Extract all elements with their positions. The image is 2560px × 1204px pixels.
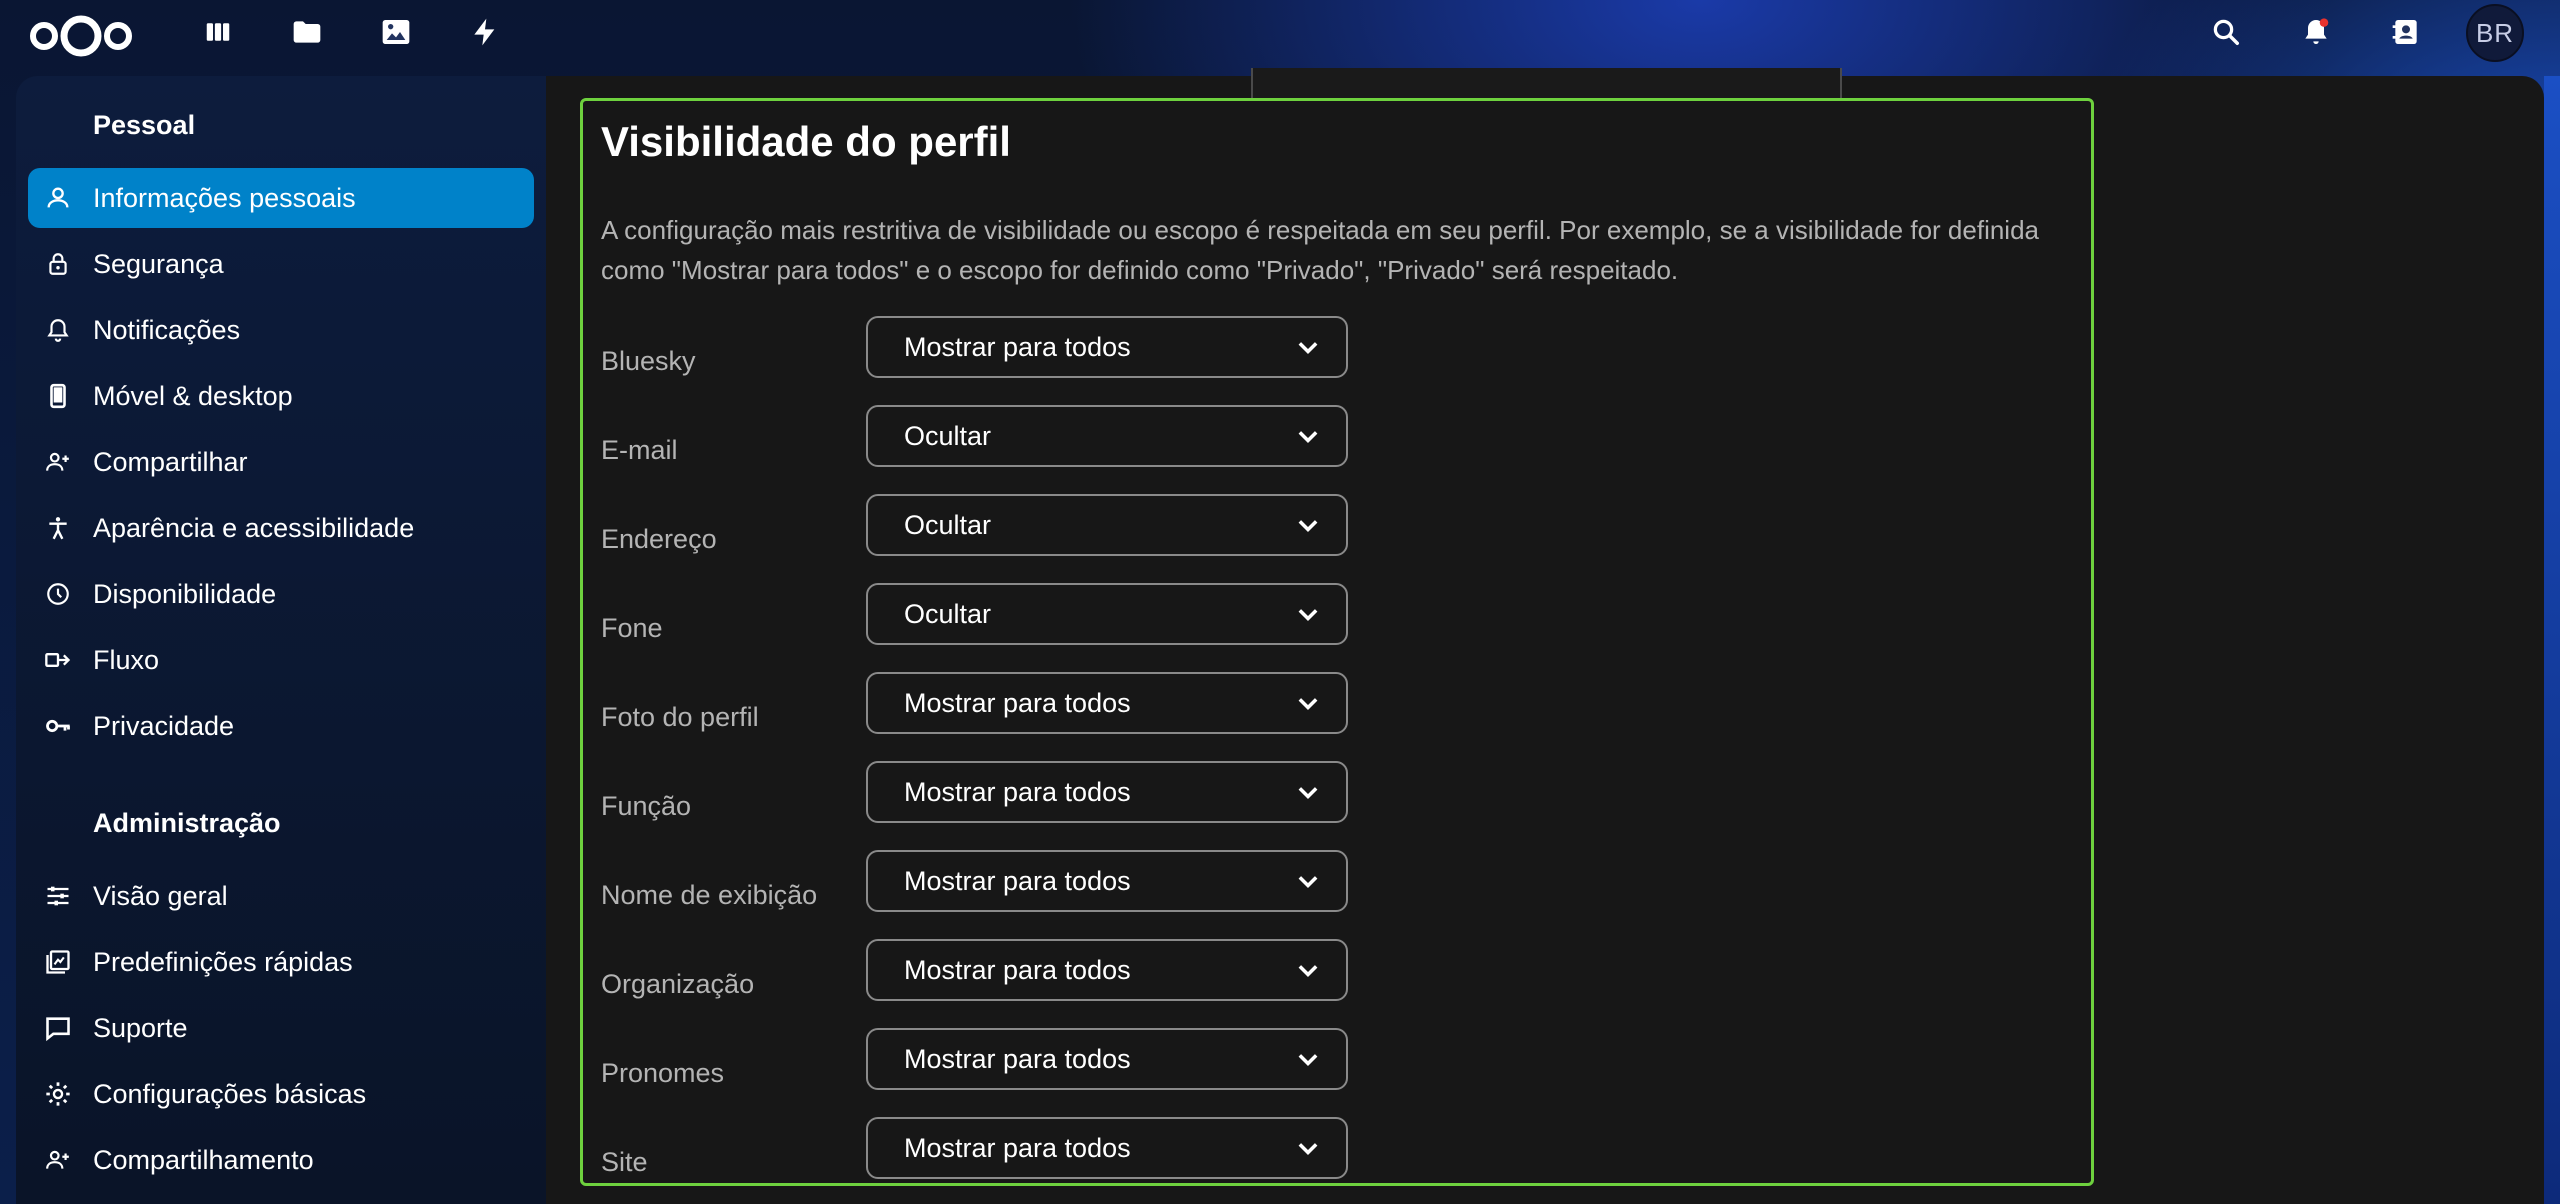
photos-icon[interactable] [378,14,414,50]
section-title-personal: Pessoal [93,110,196,140]
visibility-select-website[interactable]: Mostrar para todos [866,1117,1348,1179]
panel-description: A configuração mais restritiva de visibi… [601,215,2039,285]
sidebar-item-basic-settings[interactable]: Configurações básicas [28,1064,534,1124]
lock-icon [40,246,76,282]
visibility-select-phone[interactable]: Ocultar [866,583,1348,645]
flow-icon [40,642,76,678]
chevron-down-icon [1298,342,1318,354]
panel-title: Visibilidade do perfil [601,118,1011,165]
chevron-down-icon [1298,965,1318,977]
visibility-select-email[interactable]: Ocultar [866,405,1348,467]
search-icon[interactable] [2208,14,2244,50]
gear-icon [40,1076,76,1112]
select-value: Ocultar [904,420,992,451]
row-label-address: Endereço [601,524,717,554]
visibility-select-display-name[interactable]: Mostrar para todos [866,850,1348,912]
sidebar-item-label: Aparência e acessibilidade [93,512,415,543]
row-label-bluesky: Bluesky [601,346,696,376]
sidebar-item-notifications[interactable]: Notificações [28,300,534,360]
sidebar-item-security[interactable]: Segurança [28,234,534,294]
sidebar-item-label: Compartilhar [93,446,248,477]
sidebar-item-label: Privacidade [93,710,235,741]
sidebar-item-label: Predefinições rápidas [93,946,353,977]
select-value: Mostrar para todos [904,954,1131,985]
select-value: Mostrar para todos [904,331,1131,362]
select-value: Mostrar para todos [904,865,1131,896]
share-user-icon [40,1142,76,1178]
user-avatar[interactable]: BR [2466,4,2524,62]
sidebar-item-overview[interactable]: Visão geral [28,866,534,926]
chevron-down-icon [1298,787,1318,799]
select-value: Ocultar [904,598,992,629]
sliders-icon [40,878,76,914]
select-value: Mostrar para todos [904,1132,1131,1163]
sidebar-item-availability[interactable]: Disponibilidade [28,564,534,624]
sidebar-item-sharing[interactable]: Compartilhar [28,432,534,492]
chevron-down-icon [1298,520,1318,532]
sidebar-item-label: Configurações básicas [93,1078,367,1109]
row-label-pronouns: Pronomes [601,1058,725,1088]
row-label-profile-photo: Foto do perfil [601,702,759,732]
row-label-phone: Fone [601,613,663,643]
nextcloud-logo-icon[interactable] [26,10,136,60]
top-header: BR [0,0,2560,76]
select-value: Mostrar para todos [904,776,1131,807]
accessibility-icon [40,510,76,546]
bell-icon [40,312,76,348]
select-value: Mostrar para todos [904,687,1131,718]
settings-sidebar: Pessoal Informações pessoais Segurança N… [16,76,546,1204]
sidebar-item-label: Disponibilidade [93,578,277,609]
share-user-icon [40,444,76,480]
sidebar-item-flow[interactable]: Fluxo [28,630,534,690]
row-label-role: Função [601,791,692,821]
contacts-icon[interactable] [2388,14,2424,50]
select-value: Mostrar para todos [904,1043,1131,1074]
background-edge [2544,76,2560,1204]
sidebar-item-support[interactable]: Suporte [28,998,534,1058]
sidebar-item-personal-info[interactable]: Informações pessoais [28,168,534,228]
row-label-email: E-mail [601,435,678,465]
sidebar-item-mobile-desktop[interactable]: Móvel & desktop [28,366,534,426]
sidebar-item-label: Informações pessoais [93,182,356,213]
notifications-icon[interactable] [2298,14,2334,50]
sidebar-item-label: Visão geral [93,880,228,911]
sidebar-item-sharing-admin[interactable]: Compartilhamento [28,1130,534,1190]
row-label-website: Site [601,1147,648,1177]
visibility-select-profile-photo[interactable]: Mostrar para todos [866,672,1348,734]
sidebar-item-label: Segurança [93,248,224,279]
chevron-down-icon [1298,431,1318,443]
chevron-down-icon [1298,1054,1318,1066]
chevron-down-icon [1298,609,1318,621]
sidebar-item-label: Fluxo [93,644,160,675]
sidebar-item-label: Suporte [93,1012,188,1043]
chevron-down-icon [1298,876,1318,888]
presets-icon [40,944,76,980]
visibility-select-role[interactable]: Mostrar para todos [866,761,1348,823]
visibility-select-pronouns[interactable]: Mostrar para todos [866,1028,1348,1090]
row-label-display-name: Nome de exibição [601,880,818,910]
chevron-down-icon [1298,1143,1318,1155]
section-title-admin: Administração [93,808,281,838]
key-icon [40,708,76,744]
visibility-select-address[interactable]: Ocultar [866,494,1348,556]
phone-icon [40,378,76,414]
sidebar-item-appearance[interactable]: Aparência e acessibilidade [28,498,534,558]
user-icon [40,180,76,216]
clock-icon [40,576,76,612]
select-value: Ocultar [904,509,992,540]
row-label-organization: Organização [601,969,755,999]
sidebar-item-label: Móvel & desktop [93,380,293,411]
sidebar-item-label: Compartilhamento [93,1144,314,1175]
chevron-down-icon [1298,698,1318,710]
sidebar-item-label: Notificações [93,314,241,345]
visibility-select-organization[interactable]: Mostrar para todos [866,939,1348,1001]
sidebar-item-privacy[interactable]: Privacidade [28,696,534,756]
support-icon [40,1010,76,1046]
activity-icon[interactable] [467,14,503,50]
files-icon[interactable] [289,14,325,50]
dashboard-icon[interactable] [200,14,236,50]
visibility-select-bluesky[interactable]: Mostrar para todos [866,316,1348,378]
sidebar-item-quick-presets[interactable]: Predefinições rápidas [28,932,534,992]
